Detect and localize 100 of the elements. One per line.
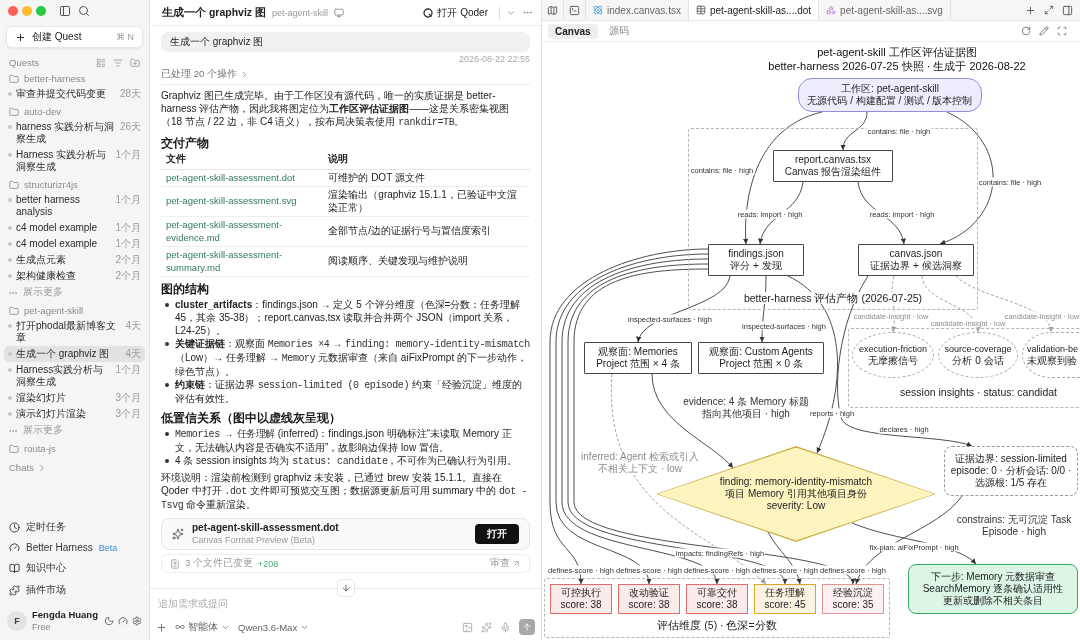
shapes-icon [826, 5, 837, 15]
prompt-input[interactable]: 追加需求或提问 [156, 596, 327, 611]
close-button[interactable] [8, 6, 18, 16]
user-avatar[interactable]: F [7, 611, 27, 631]
sparkle-icon[interactable] [481, 621, 492, 633]
search-icon[interactable] [78, 5, 90, 17]
model-dropdown[interactable]: Qwen3.6-Max [238, 621, 310, 633]
open-file-button[interactable]: 打开 [475, 524, 519, 544]
panel-icon[interactable] [1062, 4, 1073, 16]
age-label: 28天 [119, 88, 141, 100]
age-label: 1个月 [115, 222, 141, 234]
age-label: 2个月 [115, 254, 141, 266]
bullet-icon [8, 412, 12, 416]
gauge-icon[interactable] [118, 616, 128, 626]
arrow-up-right-icon [512, 559, 521, 568]
new-folder-icon[interactable] [130, 57, 140, 68]
bullet-icon [8, 258, 12, 262]
file-link[interactable]: pet-agent-skill-assessment.svg [166, 195, 319, 208]
sidebar-link[interactable]: 知识中心 [4, 557, 145, 579]
quest-item[interactable]: Harness 实践分析与洞察生成 1个月 [4, 147, 145, 175]
file-link[interactable]: pet-agent-skill-assessment-summary.md [166, 249, 319, 274]
scroll-down-button[interactable] [336, 579, 355, 597]
cluster-title: session insights · status: candidat [898, 386, 1059, 398]
zoom-button[interactable] [36, 6, 46, 16]
terminal-icon[interactable] [569, 4, 580, 16]
fit-view-icon[interactable] [1057, 26, 1067, 36]
table-cell: 可维护的 DOT 源文件 [323, 169, 530, 187]
user-message: 生成一个 graphviz 图 [161, 32, 530, 52]
quest-item[interactable]: c4 model example 1个月 [4, 236, 145, 252]
workspace-node: 工作区: pet-agent-skill 无源代码 / 构建配置 / 测试 / 版本控制 [798, 78, 982, 112]
list-item-text: cluster_artifacts：findings.json → 定义 5 个评分维度（色深=分数：任务理解 45，其余 35-38）；report.canvas.tsx 读取并合并两个 JSON（import 关系，L24-25）。 [175, 298, 522, 337]
arrow-down-icon [340, 583, 351, 593]
processed-steps-toggle[interactable]: 已处理 20 个操作 [161, 68, 249, 80]
quest-item[interactable]: better harness analysis 1个月 [4, 192, 145, 220]
moon-icon[interactable] [104, 616, 114, 626]
send-button[interactable] [519, 619, 535, 635]
mode-dropdown[interactable]: 智能体 [175, 620, 230, 634]
quest-item[interactable]: 渲染幻灯片 3个月 [4, 390, 145, 406]
list-view-icon[interactable] [96, 57, 106, 68]
bullet-icon [8, 242, 12, 246]
age-label: 4天 [125, 348, 141, 360]
image-icon[interactable] [462, 621, 473, 633]
age-label: 2个月 [115, 270, 141, 282]
added-lines-count: +208 [257, 558, 279, 569]
plus-icon[interactable] [156, 621, 167, 633]
file-node: findings.json 评分 + 发现 [708, 244, 804, 276]
age-label: 1个月 [115, 194, 141, 206]
list-item-text: 4 条 session insights 均为 status: candidate，不可作为已确认行为引用。 [175, 454, 518, 468]
sidebar-toggle-icon[interactable] [59, 5, 71, 17]
file-diff-icon [170, 558, 180, 569]
sidebar-link[interactable]: 定时任务 [4, 516, 145, 538]
new-quest-button[interactable]: 创建 Quest ⌘ N [6, 26, 143, 48]
quest-item[interactable]: 审查并提交代码变更 28天 [4, 86, 145, 102]
file-link[interactable]: pet-agent-skill-assessment.dot [166, 171, 319, 184]
expand-icon[interactable] [1044, 5, 1054, 15]
bullet-icon [8, 198, 12, 202]
quest-item[interactable]: 打开phodal最新博客文章 4天 [4, 318, 145, 346]
view-tab[interactable]: Canvas [548, 23, 598, 39]
quest-item[interactable]: 演示幻灯片渲染 3个月 [4, 406, 145, 422]
file-tab[interactable]: pet-agent-skill-as....dot [688, 0, 820, 20]
filter-icon[interactable] [113, 57, 123, 68]
age-label: 3个月 [115, 392, 141, 404]
section-heading: 图的结构 [161, 282, 210, 296]
refresh-icon[interactable] [1021, 26, 1031, 36]
quest-item[interactable]: 架构健康检查 2个月 [4, 268, 145, 284]
score-node: 经验沉淀 score: 35 [822, 584, 884, 614]
map-icon[interactable] [547, 4, 558, 16]
file-tab[interactable]: index.canvas.tsx [586, 0, 689, 20]
plus-icon [15, 31, 26, 43]
settings-icon[interactable] [132, 616, 142, 626]
quest-item[interactable]: Harness实践分析与洞察生成 1个月 [4, 362, 145, 390]
quest-item[interactable]: 生成一个 graphviz 图 4天 [4, 346, 145, 362]
age-label: 1个月 [115, 364, 141, 376]
sidebar-link[interactable]: Better Harness Beta [4, 538, 145, 557]
file-node: report.canvas.tsx Canvas 报告渲染组件 [773, 150, 893, 182]
microphone-icon[interactable] [500, 621, 511, 633]
sparkle-icon [172, 528, 184, 540]
quest-item[interactable]: c4 model example 1个月 [4, 220, 145, 236]
table-cell: 全部节点/边的证据行号与置信度索引 [323, 216, 530, 247]
quest-item[interactable]: harness 实践分析与洞察生成 26天 [4, 119, 145, 147]
file-link[interactable]: pet-agent-skill-assessment-evidence.md [166, 219, 319, 244]
sidebar-link[interactable]: 插件市场 [4, 579, 145, 601]
quest-item[interactable]: 生成点元素 2个月 [4, 252, 145, 268]
pencil-icon[interactable] [1039, 26, 1049, 36]
user-name: Fengda Huang [32, 609, 98, 621]
open-in-app-button[interactable]: 打开 Qoder [418, 3, 493, 22]
plus-icon[interactable] [1025, 4, 1036, 16]
folder-icon [9, 106, 19, 117]
minimize-button[interactable] [22, 6, 32, 16]
table-cell: 阅读顺序、关键发现与维护说明 [323, 246, 530, 277]
file-tab[interactable]: pet-agent-skill-as....svg [819, 0, 951, 20]
view-tab[interactable]: 源码 [601, 22, 636, 40]
file-subtitle: Canvas Format Preview (Beta) [192, 535, 317, 546]
score-node: 可控执行 score: 38 [550, 584, 612, 614]
column-header: 文件 [161, 151, 324, 169]
bullet-icon [165, 459, 169, 463]
file-node: 观察面: Memories Project 范围 × 4 条 [584, 342, 692, 374]
folder-icon [9, 443, 19, 454]
score-node: 可靠交付 score: 38 [686, 584, 748, 614]
puzzle-icon [9, 584, 20, 596]
